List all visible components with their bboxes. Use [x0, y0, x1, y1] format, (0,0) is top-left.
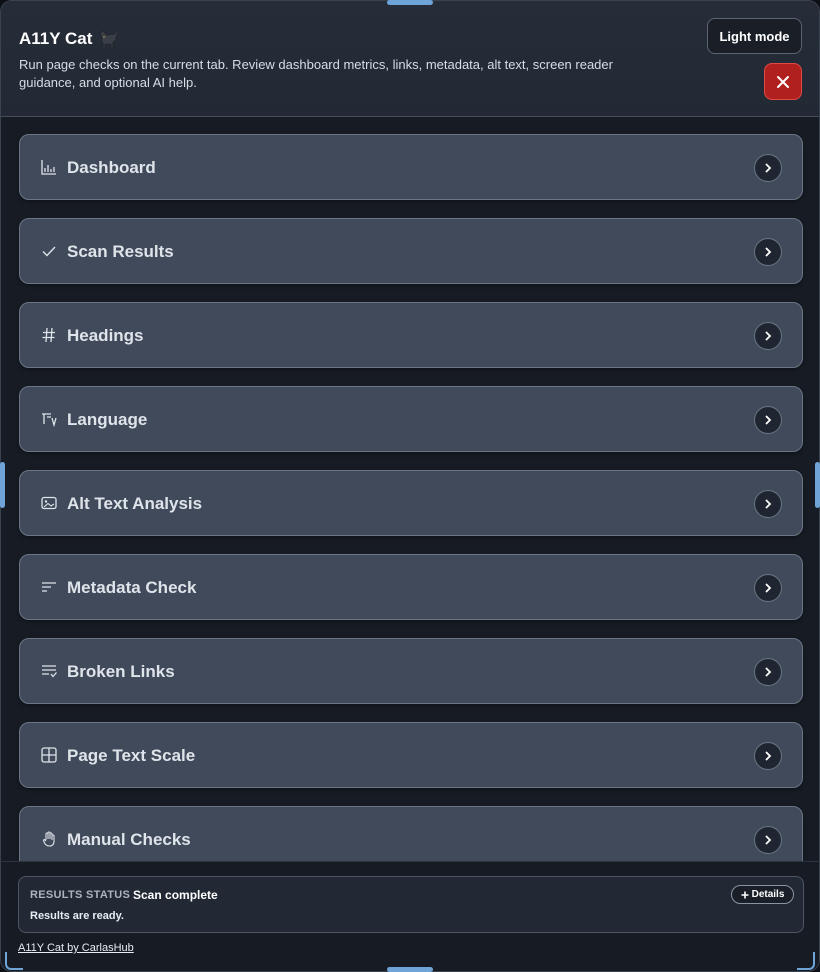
- chevron-right-icon: [765, 331, 772, 341]
- close-icon: [777, 75, 789, 88]
- status-value: Scan complete: [133, 888, 218, 902]
- results-status-box: RESULTS STATUS Scan complete Details Res…: [18, 876, 804, 933]
- extension-panel: A11Y Cat Run page checks on the current …: [0, 0, 820, 972]
- details-button[interactable]: Details: [731, 885, 794, 904]
- section-scan-results[interactable]: Scan Results: [19, 218, 803, 284]
- resize-handle-right[interactable]: [815, 462, 820, 508]
- resize-corner-bottom-left[interactable]: [5, 952, 23, 970]
- expand-button[interactable]: [754, 658, 782, 686]
- chevron-right-icon: [765, 667, 772, 677]
- expand-button[interactable]: [754, 574, 782, 602]
- language-icon: [42, 413, 57, 427]
- close-button[interactable]: [764, 63, 802, 100]
- chevron-right-icon: [765, 583, 772, 593]
- hash-icon: [42, 327, 55, 343]
- section-page-text-scale[interactable]: Page Text Scale: [19, 722, 803, 788]
- chevron-right-icon: [765, 751, 772, 761]
- bar-chart-icon: [41, 160, 56, 175]
- cat-icon: [100, 30, 121, 49]
- section-label: Headings: [67, 326, 144, 345]
- footer-link[interactable]: A11Y Cat by CarlasHub: [18, 942, 134, 954]
- app-description: Run page checks on the current tab. Revi…: [19, 57, 613, 90]
- section-headings[interactable]: Headings: [19, 302, 803, 368]
- section-label: Dashboard: [67, 158, 156, 177]
- sections-list: Dashboard Scan Results Headings Language…: [1, 117, 819, 861]
- header: A11Y Cat Run page checks on the current …: [1, 1, 819, 117]
- app-title: A11Y Cat: [19, 29, 121, 49]
- resize-handle-left[interactable]: [0, 462, 5, 508]
- section-label: Metadata Check: [67, 578, 197, 597]
- section-label: Language: [67, 410, 148, 429]
- section-manual-checks[interactable]: Manual Checks: [19, 806, 803, 861]
- section-label: Broken Links: [67, 662, 175, 681]
- plus-icon: [741, 891, 749, 898]
- section-label: Page Text Scale: [67, 746, 196, 765]
- resize-corner-bottom-right[interactable]: [797, 952, 815, 970]
- image-icon: [41, 496, 57, 510]
- expand-button[interactable]: [754, 826, 782, 854]
- section-label: Scan Results: [67, 242, 174, 261]
- section-label: Alt Text Analysis: [67, 494, 203, 513]
- lines-icon: [42, 582, 56, 592]
- hand-icon: [42, 831, 55, 847]
- expand-button[interactable]: [754, 238, 782, 266]
- resize-handle-top[interactable]: [387, 0, 433, 5]
- expand-button[interactable]: [754, 406, 782, 434]
- expand-button[interactable]: [754, 154, 782, 182]
- chevron-right-icon: [765, 835, 772, 845]
- status-message: Results are ready.: [30, 910, 124, 922]
- status-area: RESULTS STATUS Scan complete Details Res…: [1, 861, 819, 971]
- section-language[interactable]: Language: [19, 386, 803, 452]
- section-dashboard[interactable]: Dashboard: [19, 134, 803, 200]
- light-mode-button[interactable]: Light mode: [707, 18, 802, 54]
- chevron-right-icon: [765, 247, 772, 257]
- list-check-icon: [42, 665, 57, 678]
- chevron-right-icon: [765, 499, 772, 509]
- chevron-right-icon: [765, 163, 772, 173]
- expand-button[interactable]: [754, 322, 782, 350]
- section-alt-text-analysis[interactable]: Alt Text Analysis: [19, 470, 803, 536]
- section-broken-links[interactable]: Broken Links: [19, 638, 803, 704]
- app-title-text: A11Y Cat: [19, 29, 93, 48]
- grid-icon: [41, 747, 57, 763]
- chevron-right-icon: [765, 415, 772, 425]
- resize-handle-bottom[interactable]: [387, 967, 433, 972]
- section-metadata-check[interactable]: Metadata Check: [19, 554, 803, 620]
- check-icon: [42, 246, 56, 257]
- details-label: Details: [751, 889, 785, 900]
- expand-button[interactable]: [754, 742, 782, 770]
- expand-button[interactable]: [754, 490, 782, 518]
- status-label: RESULTS STATUS: [30, 889, 131, 901]
- section-label: Manual Checks: [67, 830, 191, 849]
